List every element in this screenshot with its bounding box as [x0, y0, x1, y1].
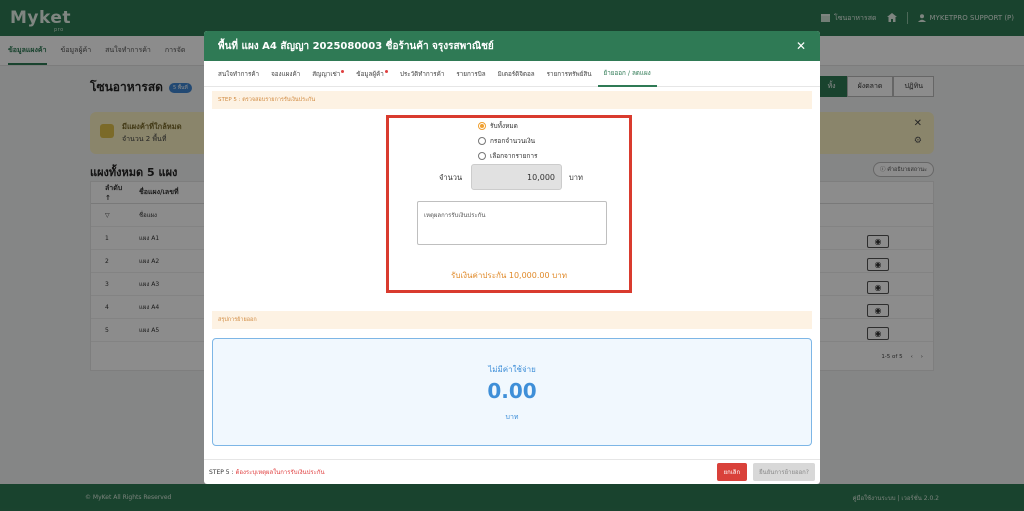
tab-label: จองแผงค้า	[271, 70, 301, 78]
tab-contract[interactable]: สัญญาเช่า	[306, 61, 350, 87]
radio-unchecked-icon	[478, 152, 486, 160]
footer-validation-note: STEP 5 : ต้องระบุเหตุผลในการรับเงินประกั…	[209, 467, 325, 477]
radio-label: เลือกจากรายการ	[490, 152, 538, 160]
modal-title: พื้นที่ แผง A4 สัญญา 2025080003 ชื่อร้าน…	[218, 40, 494, 52]
tab-interest[interactable]: สนใจทำการค้า	[212, 61, 265, 87]
tab-bills[interactable]: รายการบิล	[450, 61, 491, 87]
tab-label: ข้อมูลผู้ค้า	[356, 70, 384, 78]
tab-label: มิเตอร์ดิจิตอล	[497, 70, 535, 78]
radio-unchecked-icon	[478, 137, 486, 145]
modal-header: พื้นที่ แผง A4 สัญญา 2025080003 ชื่อร้าน…	[204, 31, 820, 61]
radio-select-list[interactable]: เลือกจากรายการ	[478, 151, 537, 161]
tab-assets[interactable]: รายการทรัพย์สิน	[541, 61, 598, 87]
radio-receive-all[interactable]: รับทั้งหมด	[478, 121, 518, 131]
footer-note-text: ต้องระบุเหตุผลในการรับเงินประกัน	[233, 469, 325, 476]
deposit-total-text: รับเงินค่าประกัน 10,000.00 บาท	[451, 271, 567, 280]
radio-label: รับทั้งหมด	[490, 122, 518, 130]
move-out-modal: พื้นที่ แผง A4 สัญญา 2025080003 ชื่อร้าน…	[204, 31, 820, 484]
modal-tab-bar: สนใจทำการค้า จองแผงค้า สัญญาเช่า ข้อมูลผ…	[204, 61, 820, 87]
confirm-move-out-button[interactable]: ยืนยันการย้ายออก?	[753, 463, 815, 481]
cost-summary-card: ไม่มีค่าใช้จ่าย 0.00 บาท	[212, 338, 812, 446]
tab-digital-meter[interactable]: มิเตอร์ดิจิตอล	[492, 61, 541, 87]
radio-label: กรอกจำนวนเงิน	[490, 137, 536, 145]
step-header: STEP 5 : ตรวจสอบรายการรับเงินประกัน	[212, 91, 812, 109]
cost-unit: บาท	[505, 413, 519, 421]
cost-label: ไม่มีค่าใช้จ่าย	[488, 365, 536, 374]
radio-checked-icon	[478, 122, 486, 130]
tab-move-out[interactable]: ย้ายออก / ลดแผง	[597, 61, 657, 87]
reason-textarea[interactable]: เหตุผลการรับเงินประกัน	[417, 201, 607, 245]
tab-label: ย้ายออก / ลดแผง	[603, 69, 651, 77]
tab-vendor-info[interactable]: ข้อมูลผู้ค้า	[350, 61, 394, 87]
summary-header: สรุปการย้ายออก	[212, 311, 812, 329]
close-icon[interactable]: ✕	[796, 39, 806, 53]
cost-value: 0.00	[487, 379, 537, 403]
modal-footer: STEP 5 : ต้องระบุเหตุผลในการรับเงินประกั…	[204, 459, 820, 484]
radio-enter-amount[interactable]: กรอกจำนวนเงิน	[478, 136, 535, 146]
notification-dot	[384, 70, 388, 73]
tab-label: สัญญาเช่า	[312, 70, 341, 78]
amount-label: จำนวน	[439, 173, 463, 182]
amount-unit: บาท	[569, 173, 583, 182]
tab-label: รายการบิล	[456, 70, 486, 78]
tab-label: สนใจทำการค้า	[218, 70, 260, 78]
tab-booking[interactable]: จองแผงค้า	[265, 61, 306, 87]
cancel-button[interactable]: ยกเลิก	[716, 463, 748, 481]
tab-label: ประวัติทำการค้า	[399, 70, 445, 78]
tab-label: รายการทรัพย์สิน	[546, 70, 592, 78]
notification-dot	[341, 70, 345, 73]
amount-input[interactable]: 10,000	[471, 164, 562, 190]
footer-step-label: STEP 5 :	[209, 469, 234, 476]
tab-history[interactable]: ประวัติทำการค้า	[394, 61, 451, 87]
